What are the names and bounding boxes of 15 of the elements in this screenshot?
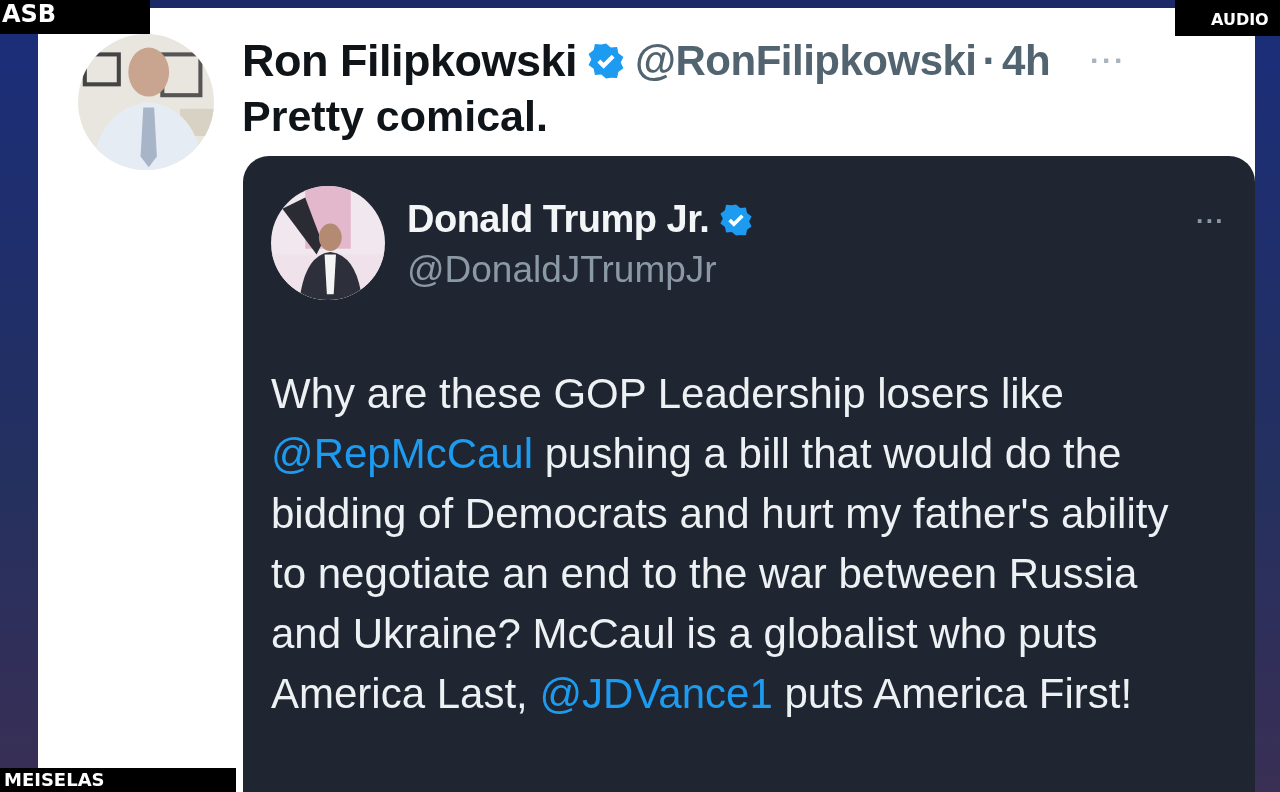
subscribe-banner: AUDIO (1175, 0, 1280, 36)
quoted-post-card[interactable] (243, 156, 1255, 792)
post-time[interactable]: 4h (1002, 37, 1051, 85)
mention-link[interactable]: @JDVance1 (539, 670, 773, 717)
separator-dot: · (982, 37, 997, 85)
quoted-author-handle[interactable]: @DonaldJTrumpJr (407, 249, 1174, 291)
name-banner: MEISELAS (0, 768, 236, 792)
mention-link[interactable]: @RepMcCaul (271, 430, 534, 477)
author-handle[interactable]: @RonFilipkowski (635, 37, 977, 85)
quoted-post-text: Why are these GOP Leadership losers like @RepMcCaul pushing a bill that would do the bidding of Democrats and hurt my father's ability to negotiate an end to the war between Russia and Ukraine? McCaul is a globalist who puts America Last, @JDVance1 puts America First! (271, 369, 1170, 719)
post-text: Pretty comical. (242, 92, 549, 141)
quoted-author-name[interactable]: Donald Trump Jr. (407, 198, 710, 241)
author-name[interactable]: Ron Filipkowski (242, 35, 578, 87)
more-options[interactable]: ··· (1196, 206, 1225, 237)
channel-banner: ASB (0, 0, 150, 34)
